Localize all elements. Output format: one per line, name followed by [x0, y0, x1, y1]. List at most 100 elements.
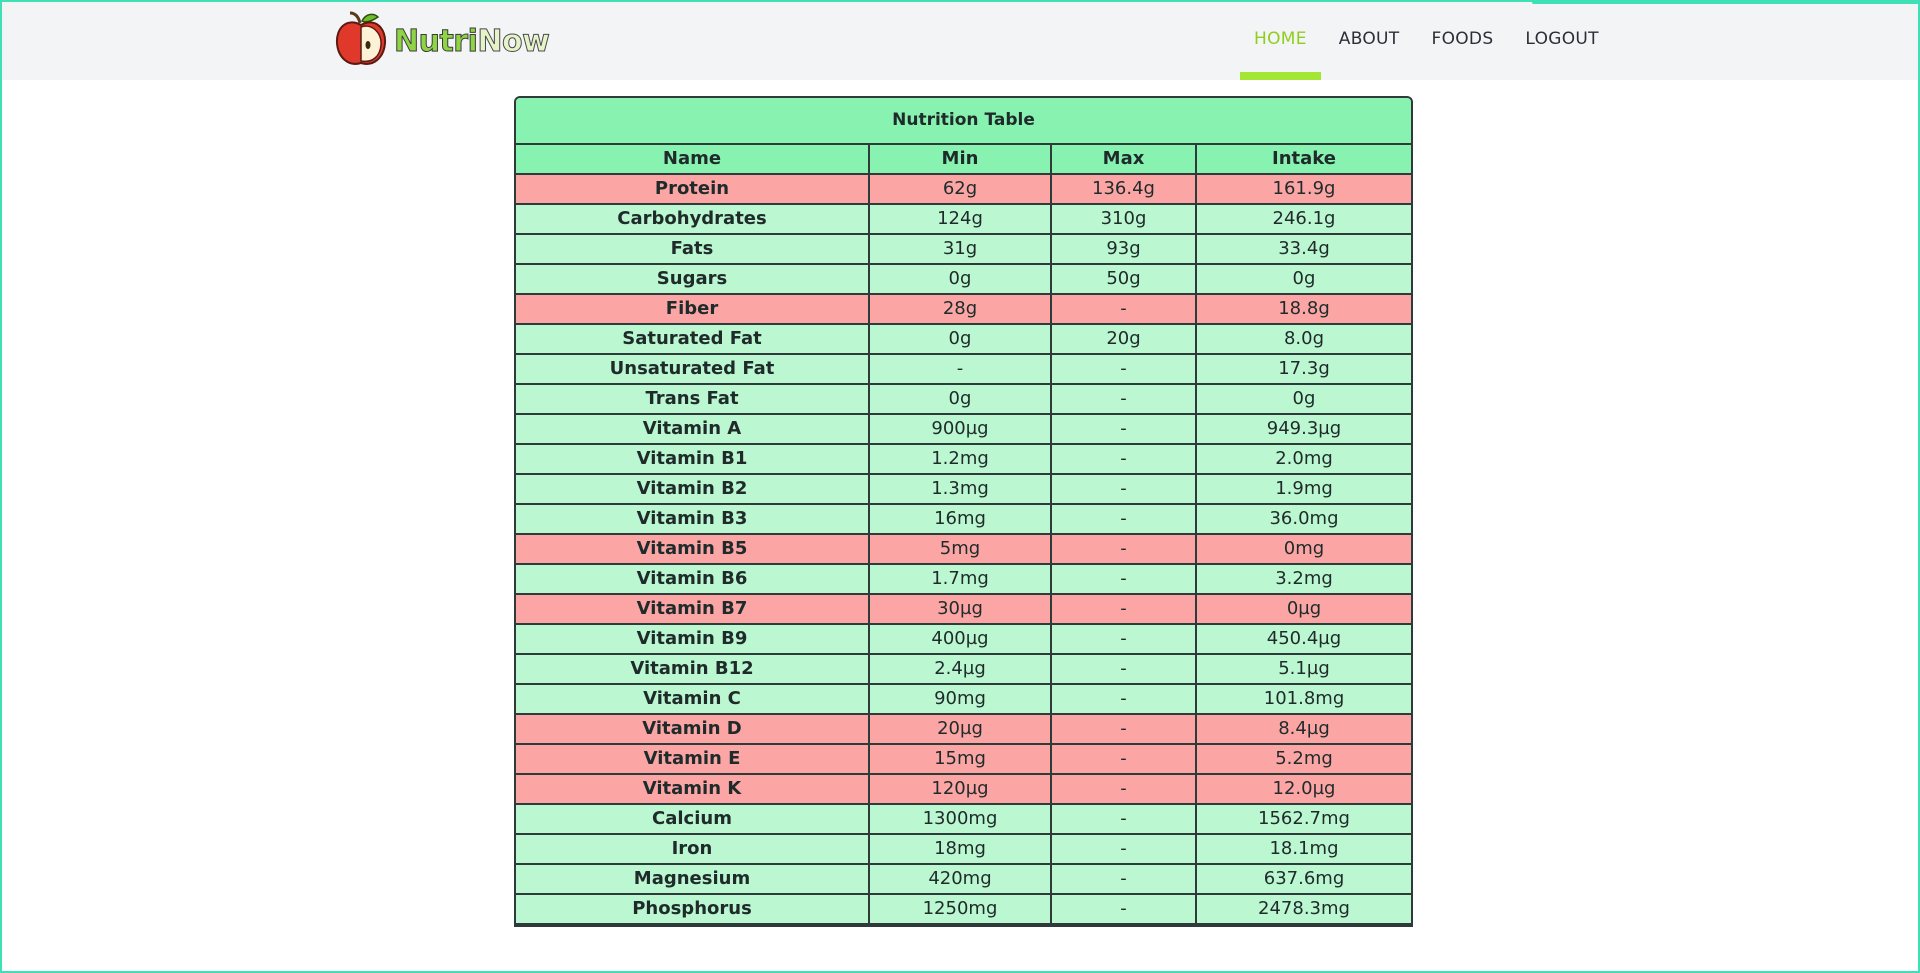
nav-link-home[interactable]: HOME — [1238, 2, 1323, 80]
cell-min: 0g — [868, 323, 1052, 355]
table-row: Sugars 0g 50g 0g — [516, 263, 1411, 295]
cell-min: 1250mg — [868, 893, 1052, 925]
cell-intake: 0g — [1195, 383, 1411, 415]
cell-max: 136.4g — [1050, 173, 1197, 205]
cell-name: Protein — [516, 173, 870, 205]
table-row: Saturated Fat 0g 20g 8.0g — [516, 323, 1411, 355]
cell-intake: 161.9g — [1195, 173, 1411, 205]
cell-max: - — [1050, 893, 1197, 925]
table-row: Protein 62g 136.4g 161.9g — [516, 173, 1411, 205]
cell-name: Vitamin E — [516, 743, 870, 775]
cell-intake: 5.1µg — [1195, 653, 1411, 685]
cell-min: 16mg — [868, 503, 1052, 535]
cell-name: Trans Fat — [516, 383, 870, 415]
cell-min: - — [868, 353, 1052, 385]
cell-intake: 8.4µg — [1195, 713, 1411, 745]
cell-name: Iron — [516, 833, 870, 865]
cell-max: - — [1050, 803, 1197, 835]
table-body: Protein 62g 136.4g 161.9g Carbohydrates 124g 3… — [516, 173, 1411, 925]
nav-link-foods[interactable]: FOODS — [1415, 2, 1509, 80]
cell-name: Vitamin K — [516, 773, 870, 805]
cell-intake: 949.3µg — [1195, 413, 1411, 445]
brand-name-part1: Nutri — [393, 23, 478, 59]
cell-min: 1.7mg — [868, 563, 1052, 595]
cell-max: - — [1050, 833, 1197, 865]
apple-icon — [334, 11, 388, 71]
brand-name: NutriNow — [393, 23, 550, 59]
cell-intake: 101.8mg — [1195, 683, 1411, 715]
cell-min: 2.4µg — [868, 653, 1052, 685]
cell-name: Calcium — [516, 803, 870, 835]
cell-min: 62g — [868, 173, 1052, 205]
cell-name: Saturated Fat — [516, 323, 870, 355]
cell-intake: 246.1g — [1195, 203, 1411, 235]
cell-min: 1.2mg — [868, 443, 1052, 475]
table-row: Vitamin B5 5mg -0mg — [516, 533, 1411, 565]
cell-name: Carbohydrates — [516, 203, 870, 235]
table-row: Fiber 28g -18.8g — [516, 293, 1411, 325]
cell-intake: 5.2mg — [1195, 743, 1411, 775]
cell-min: 90mg — [868, 683, 1052, 715]
cell-max: - — [1050, 383, 1197, 415]
nutrition-table-container: Nutrition Table Name Min Max Intake Prot… — [514, 96, 1413, 927]
table-row: Vitamin B7 30µg -0µg — [516, 593, 1411, 625]
cell-min: 420mg — [868, 863, 1052, 895]
cell-intake: 2478.3mg — [1195, 893, 1411, 925]
column-header-max: Max — [1050, 145, 1197, 175]
cell-name: Phosphorus — [516, 893, 870, 925]
column-header-min: Min — [868, 145, 1052, 175]
cell-max: - — [1050, 563, 1197, 595]
table-row: Fats 31g 93g 33.4g — [516, 233, 1411, 265]
cell-intake: 8.0g — [1195, 323, 1411, 355]
table-row: Unsaturated Fat - -17.3g — [516, 353, 1411, 385]
cell-min: 31g — [868, 233, 1052, 265]
top-accent-line — [1532, 2, 1918, 4]
table-row: Magnesium 420mg -637.6mg — [516, 863, 1411, 895]
column-header-name: Name — [516, 145, 870, 175]
nutrition-table: Name Min Max Intake Protein 62g 136.4g 161.… — [516, 145, 1411, 925]
cell-min: 124g — [868, 203, 1052, 235]
cell-max: 20g — [1050, 323, 1197, 355]
cell-min: 18mg — [868, 833, 1052, 865]
cell-max: - — [1050, 353, 1197, 385]
table-title: Nutrition Table — [516, 98, 1411, 145]
table-row: Vitamin A 900µg -949.3µg — [516, 413, 1411, 445]
table-row: Carbohydrates 124g 310g 246.1g — [516, 203, 1411, 235]
cell-max: - — [1050, 593, 1197, 625]
cell-name: Vitamin B7 — [516, 593, 870, 625]
cell-name: Magnesium — [516, 863, 870, 895]
cell-intake: 12.0µg — [1195, 773, 1411, 805]
cell-intake: 0g — [1195, 263, 1411, 295]
cell-max: - — [1050, 293, 1197, 325]
nav-link-logout[interactable]: LOGOUT — [1509, 2, 1614, 80]
cell-max: 310g — [1050, 203, 1197, 235]
cell-name: Unsaturated Fat — [516, 353, 870, 385]
table-header-row: Name Min Max Intake — [516, 145, 1411, 175]
cell-intake: 1.9mg — [1195, 473, 1411, 505]
cell-min: 0g — [868, 263, 1052, 295]
cell-intake: 637.6mg — [1195, 863, 1411, 895]
cell-intake: 2.0mg — [1195, 443, 1411, 475]
cell-name: Fiber — [516, 293, 870, 325]
brand-name-part2: Now — [477, 23, 550, 59]
cell-intake: 450.4µg — [1195, 623, 1411, 655]
cell-intake: 33.4g — [1195, 233, 1411, 265]
cell-name: Vitamin B12 — [516, 653, 870, 685]
brand-logo[interactable]: NutriNow — [334, 11, 550, 71]
cell-max: - — [1050, 683, 1197, 715]
nav-link-about[interactable]: ABOUT — [1323, 2, 1416, 80]
cell-max: 50g — [1050, 263, 1197, 295]
cell-intake: 18.1mg — [1195, 833, 1411, 865]
cell-min: 0g — [868, 383, 1052, 415]
table-row: Vitamin E 15mg -5.2mg — [516, 743, 1411, 775]
cell-name: Vitamin B9 — [516, 623, 870, 655]
cell-intake: 36.0mg — [1195, 503, 1411, 535]
cell-name: Vitamin C — [516, 683, 870, 715]
table-row: Vitamin C 90mg -101.8mg — [516, 683, 1411, 715]
cell-max: - — [1050, 743, 1197, 775]
nav-links: HOME ABOUT FOODS LOGOUT — [1238, 2, 1615, 80]
cell-min: 5mg — [868, 533, 1052, 565]
cell-min: 900µg — [868, 413, 1052, 445]
cell-max: - — [1050, 623, 1197, 655]
cell-name: Vitamin B1 — [516, 443, 870, 475]
